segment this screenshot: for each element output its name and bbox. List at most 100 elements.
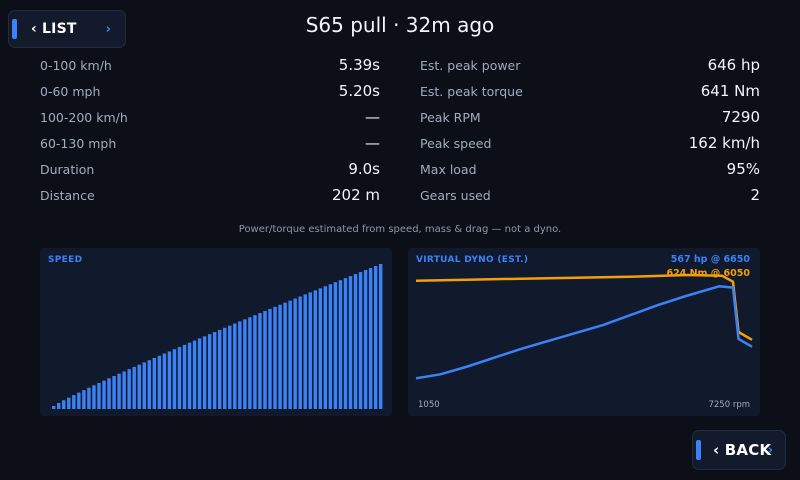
speed-bar: [207, 334, 212, 409]
speed-bar: [278, 304, 282, 409]
chevron-right-icon: ›: [767, 442, 773, 458]
speed-bar: [152, 357, 157, 409]
speed-bar: [373, 266, 378, 409]
speed-bar: [303, 294, 307, 409]
stat-row: 0-100 km/h 5.39s: [40, 52, 380, 78]
speed-bar: [212, 332, 217, 409]
stat-value: 202 m: [331, 186, 380, 204]
stat-value: 646 hp: [707, 56, 760, 74]
speed-bar: [197, 338, 202, 409]
stat-row: Peak speed 162 km/h: [420, 130, 760, 156]
speed-bar: [308, 292, 312, 409]
speed-bar: [223, 327, 227, 409]
dyno-chart-title: VIRTUAL DYNO (EST.): [416, 255, 529, 265]
button-accent-bar: [696, 440, 701, 460]
speed-bar: [122, 371, 126, 409]
speed-bar: [288, 300, 292, 409]
speed-bar: [283, 302, 287, 409]
speed-bar: [273, 306, 277, 409]
pull-detail-screen: ‹ LIST › S65 pull · 32m ago 0-100 km/h 5…: [0, 0, 800, 480]
speed-bar: [132, 366, 136, 409]
speed-bar: [263, 310, 267, 409]
speed-bar: [137, 364, 141, 409]
power-line: [415, 284, 753, 380]
speed-bar: [72, 395, 76, 409]
stat-row: Est. peak torque 641 Nm: [420, 78, 760, 104]
rpm-min-label: 1050: [418, 400, 440, 410]
speed-bar: [233, 323, 237, 409]
speed-bar: [102, 380, 106, 409]
speed-bar: [117, 373, 121, 409]
dyno-chart-panel: VIRTUAL DYNO (EST.) 567 hp @ 6650 624 Nm…: [408, 248, 760, 416]
stat-row: Max load 95%: [420, 156, 760, 182]
speed-bar: [57, 402, 61, 409]
stat-row: 0-60 mph 5.20s: [40, 78, 380, 104]
stat-label: Peak speed: [420, 135, 492, 151]
stat-row: Duration 9.0s: [40, 156, 380, 182]
speed-bar: [52, 406, 56, 409]
speed-bar: [67, 397, 71, 409]
stat-label: Max load: [420, 161, 477, 177]
speed-bar: [182, 344, 187, 409]
back-button[interactable]: ‹ BACK ›: [692, 430, 786, 470]
stat-value: 9.0s: [348, 160, 380, 178]
stat-label: Distance: [40, 187, 95, 203]
speed-bar: [107, 378, 111, 409]
speed-bar: [238, 321, 242, 409]
stat-value: 95%: [726, 160, 760, 178]
speed-bar: [142, 362, 146, 409]
speed-bar: [77, 392, 81, 409]
speed-bar: [172, 349, 177, 409]
speed-bar: [87, 387, 91, 409]
speed-bar: [202, 336, 207, 409]
peak-power-label: 567 hp @ 6650: [670, 254, 750, 265]
speed-bar: [248, 317, 252, 409]
stat-row: 100-200 km/h —: [40, 104, 380, 130]
speed-bar: [82, 390, 86, 409]
speed-bar: [348, 276, 353, 409]
speed-bar: [127, 369, 131, 409]
speed-bar: [147, 360, 151, 409]
stat-label: Duration: [40, 161, 95, 177]
stat-row: Peak RPM 7290: [420, 104, 760, 130]
stat-value: —: [365, 108, 380, 126]
estimate-disclaimer: Power/torque estimated from speed, mass …: [238, 224, 562, 235]
speed-bar: [293, 298, 297, 409]
stat-row: Gears used 2: [420, 182, 760, 208]
speed-bar: [167, 351, 172, 409]
stat-value: 641 Nm: [700, 82, 760, 100]
speed-bar: [258, 313, 262, 409]
speed-bar: [268, 308, 272, 409]
stat-row: 60-130 mph —: [40, 130, 380, 156]
speed-bar: [333, 282, 338, 409]
peak-torque-label: 624 Nm @ 6050: [666, 268, 750, 279]
speed-bar: [192, 340, 197, 409]
speed-bar: [343, 278, 348, 409]
speed-chart: [52, 264, 383, 409]
stat-value: 5.39s: [338, 56, 380, 74]
stat-label: Est. peak power: [420, 57, 521, 73]
stat-label: 60-130 mph: [40, 135, 117, 151]
speed-bar: [62, 400, 66, 409]
speed-bar: [157, 355, 162, 409]
speed-bar: [162, 353, 167, 409]
speed-bar: [313, 290, 317, 409]
speed-bar: [353, 274, 358, 409]
speed-bar: [92, 385, 96, 409]
stat-value: 5.20s: [338, 82, 380, 100]
speed-bar: [177, 347, 182, 409]
speed-bar: [298, 296, 302, 409]
speed-bar: [328, 284, 333, 409]
stat-label: Est. peak torque: [420, 83, 523, 99]
stat-label: 0-100 km/h: [40, 57, 112, 73]
stat-value: 162 km/h: [688, 134, 760, 152]
stat-row: Distance 202 m: [40, 182, 380, 208]
speed-bar: [378, 264, 383, 409]
speed-bar: [228, 325, 232, 409]
speed-bar: [218, 329, 222, 409]
speed-bar: [338, 280, 343, 409]
speed-bar: [323, 286, 328, 409]
stat-label: 0-60 mph: [40, 83, 101, 99]
speed-chart-panel: SPEED: [40, 248, 392, 416]
stat-value: 2: [750, 186, 760, 204]
